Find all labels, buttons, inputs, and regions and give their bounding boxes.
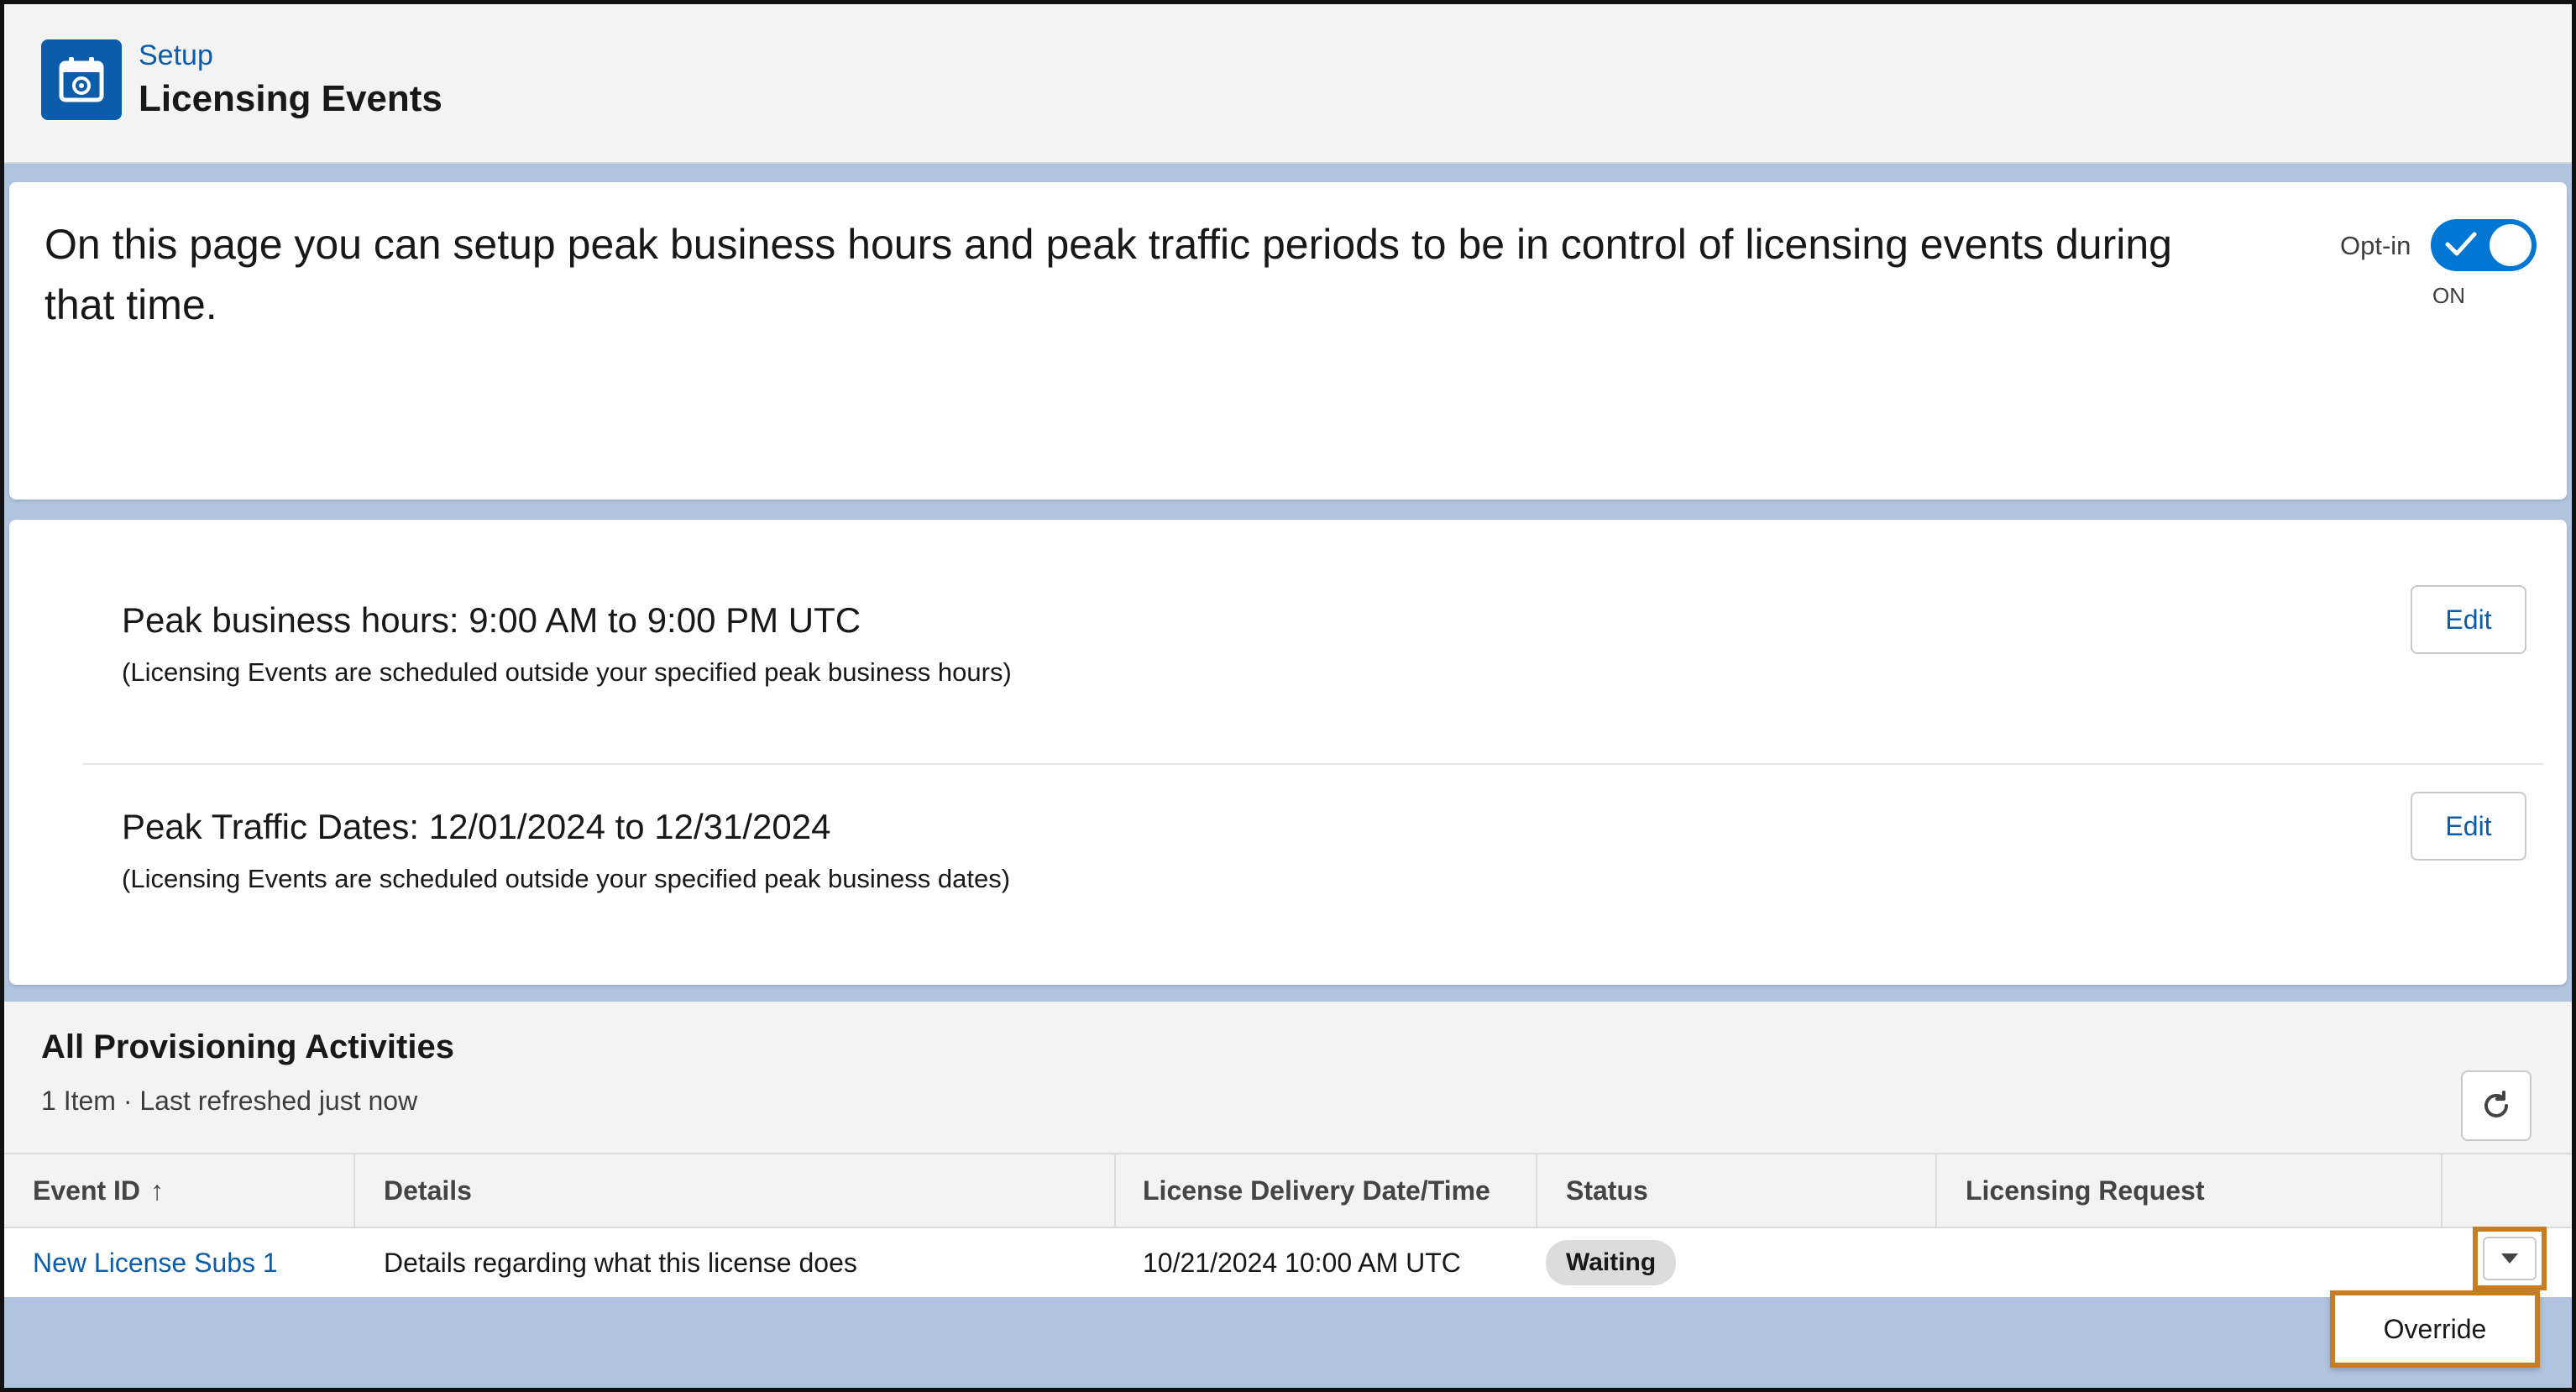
intro-description: On this page you can setup peak business… [45, 221, 2172, 328]
column-header-actions [2442, 1154, 2572, 1227]
optin-toggle[interactable] [2431, 219, 2537, 271]
peak-hours-title: Peak business hours: 9:00 AM to 9:00 PM … [122, 600, 861, 640]
calendar-gear-icon [41, 39, 122, 120]
cell-delivery: 10/21/2024 10:00 AM UTC [1143, 1247, 1461, 1278]
event-id-link[interactable]: New License Subs 1 [33, 1248, 278, 1279]
edit-peak-dates-button[interactable]: Edit [2411, 792, 2526, 861]
table-row: New License Subs 1 Details regarding wha… [4, 1228, 2572, 1297]
optin-label: Opt-in [2340, 231, 2411, 260]
column-header-details[interactable]: Details [355, 1154, 1116, 1227]
page-title: Licensing Events [139, 78, 442, 119]
intro-card: On this page you can setup peak business… [9, 182, 2567, 500]
divider [83, 763, 2543, 765]
sort-ascending-icon: ↑ [150, 1175, 165, 1206]
peak-settings-card: Peak business hours: 9:00 AM to 9:00 PM … [9, 520, 2567, 985]
cell-licensing-request [1937, 1228, 2442, 1297]
refresh-icon [2484, 1091, 2508, 1117]
toggle-knob [2490, 224, 2531, 266]
cell-status: Waiting [1537, 1228, 1937, 1297]
column-header-status[interactable]: Status [1537, 1154, 1937, 1227]
column-header-delivery[interactable]: License Delivery Date/Time [1116, 1154, 1537, 1227]
column-header-licensing-request[interactable]: Licensing Request [1937, 1154, 2442, 1227]
peak-dates-subtitle: (Licensing Events are scheduled outside … [122, 864, 1011, 893]
override-menu-item[interactable]: Override [2330, 1290, 2540, 1368]
activities-title: All Provisioning Activities [41, 1028, 454, 1065]
breadcrumb-setup[interactable]: Setup [139, 39, 213, 72]
cell-details: Details regarding what this license does [384, 1247, 857, 1278]
toggle-state-label: ON [2432, 283, 2465, 308]
page-header: Setup Licensing Events [4, 4, 2572, 164]
chevron-down-icon [2501, 1253, 2518, 1264]
column-header-event-id[interactable]: Event ID ↑ [4, 1154, 355, 1227]
peak-dates-row: Peak Traffic Dates: 12/01/2024 to 12/31/… [9, 792, 2567, 992]
peak-hours-subtitle: (Licensing Events are scheduled outside … [122, 657, 1012, 687]
edit-peak-hours-button[interactable]: Edit [2411, 585, 2526, 654]
peak-hours-row: Peak business hours: 9:00 AM to 9:00 PM … [9, 585, 2567, 785]
checkmark-icon [2445, 232, 2477, 256]
cell-event-id: New License Subs 1 [4, 1228, 355, 1297]
activities-meta: 1 Item · Last refreshed just now [41, 1086, 418, 1116]
provisioning-activities-panel: All Provisioning Activities 1 Item · Las… [4, 1002, 2572, 1297]
app-frame: Setup Licensing Events On this page you … [0, 0, 2576, 1392]
table-header: Event ID ↑ Details License Delivery Date… [4, 1153, 2572, 1228]
status-badge: Waiting [1546, 1240, 1677, 1285]
row-actions-button[interactable] [2483, 1237, 2537, 1280]
refresh-button[interactable] [2461, 1070, 2531, 1141]
peak-dates-title: Peak Traffic Dates: 12/01/2024 to 12/31/… [122, 807, 831, 846]
